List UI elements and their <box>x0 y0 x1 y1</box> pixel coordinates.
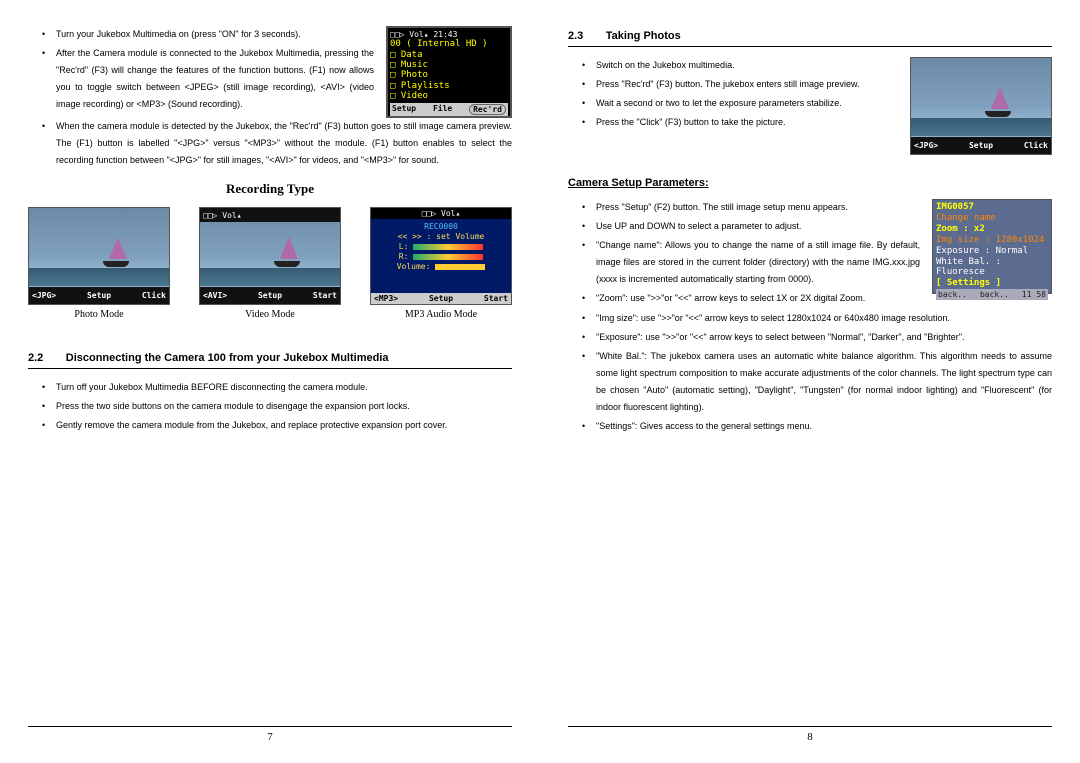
section-2-3-head: 2.3 Taking Photos <box>568 26 1052 47</box>
screen-item: □ Music <box>390 60 508 70</box>
video-preview-screenshot: □□▷ Vol▴ <AVI> Setup Start <box>199 207 341 305</box>
list-item: "Exposure": use ">>"or "<<" arrow keys t… <box>596 329 1052 346</box>
setup-panel-screenshot: IMG0057 Change name Zoom : x2 Img size :… <box>932 199 1052 294</box>
section-2-2-head: 2.2 Disconnecting the Camera 100 from yo… <box>28 348 512 369</box>
screen-item: □ Video <box>390 91 508 101</box>
screen-item: □ Photo <box>390 70 508 80</box>
mode-caption: MP3 Audio Mode <box>370 309 512 320</box>
section-2-2-list: Turn off your Jukebox Multimedia BEFORE … <box>28 379 512 434</box>
screen-item: □ Data <box>390 50 508 60</box>
page-7: Turn your Jukebox Multimedia on (press "… <box>0 0 540 763</box>
video-mode: □□▷ Vol▴ <AVI> Setup Start Video Mode <box>199 207 341 320</box>
intro-item: Turn your Jukebox Multimedia on (press "… <box>56 26 374 43</box>
page-8: 2.3 Taking Photos <JPG> Setup Click Swit… <box>540 0 1080 763</box>
photo-preview-screenshot: <JPG> Setup Click <box>28 207 170 305</box>
list-item: Turn off your Jukebox Multimedia BEFORE … <box>56 379 512 396</box>
photo-mode: <JPG> Setup Click Photo Mode <box>28 207 170 320</box>
mp3-preview-screenshot: □□▷ Vol▴ REC0000 << >> : set Volume L: R… <box>370 207 512 305</box>
list-item: Press the two side buttons on the camera… <box>56 398 512 415</box>
mode-caption: Video Mode <box>199 309 341 320</box>
list-item: "Img size": use ">>"or "<<" arrow keys t… <box>596 310 1052 327</box>
list-item: "Settings": Gives access to the general … <box>596 418 1052 435</box>
intro-list-cont: When the camera module is detected by th… <box>28 118 512 169</box>
recording-type-title: Recording Type <box>28 181 512 197</box>
list-item: "White Bal.": The jukebox camera uses an… <box>596 348 1052 416</box>
list-item: Gently remove the camera module from the… <box>56 417 512 434</box>
intro-item: When the camera module is detected by th… <box>56 118 512 169</box>
mode-row: <JPG> Setup Click Photo Mode □□▷ Vol▴ <A… <box>28 207 512 320</box>
screen-item: □ Playlists <box>390 81 508 91</box>
page-number: 7 <box>28 726 512 743</box>
device-menu-screenshot: □□▷ Vol▴ 21:43 00 ( Internal HD ) □ Data… <box>386 26 512 118</box>
taking-photo-preview: <JPG> Setup Click <box>910 57 1052 155</box>
intro-item: After the Camera module is connected to … <box>56 45 374 113</box>
camera-setup-head: Camera Setup Parameters: <box>568 177 1052 189</box>
setup-title: IMG0057 <box>936 202 1048 212</box>
mode-caption: Photo Mode <box>28 309 170 320</box>
page-number: 8 <box>568 726 1052 743</box>
intro-list: Turn your Jukebox Multimedia on (press "… <box>28 26 374 115</box>
screen-root-line: 00 ( Internal HD ) <box>390 39 508 49</box>
screen-softkeys: Setup File Rec'rd <box>390 103 508 116</box>
screen-statusbar: □□▷ Vol▴ 21:43 <box>390 30 508 39</box>
mp3-mode: □□▷ Vol▴ REC0000 << >> : set Volume L: R… <box>370 207 512 320</box>
